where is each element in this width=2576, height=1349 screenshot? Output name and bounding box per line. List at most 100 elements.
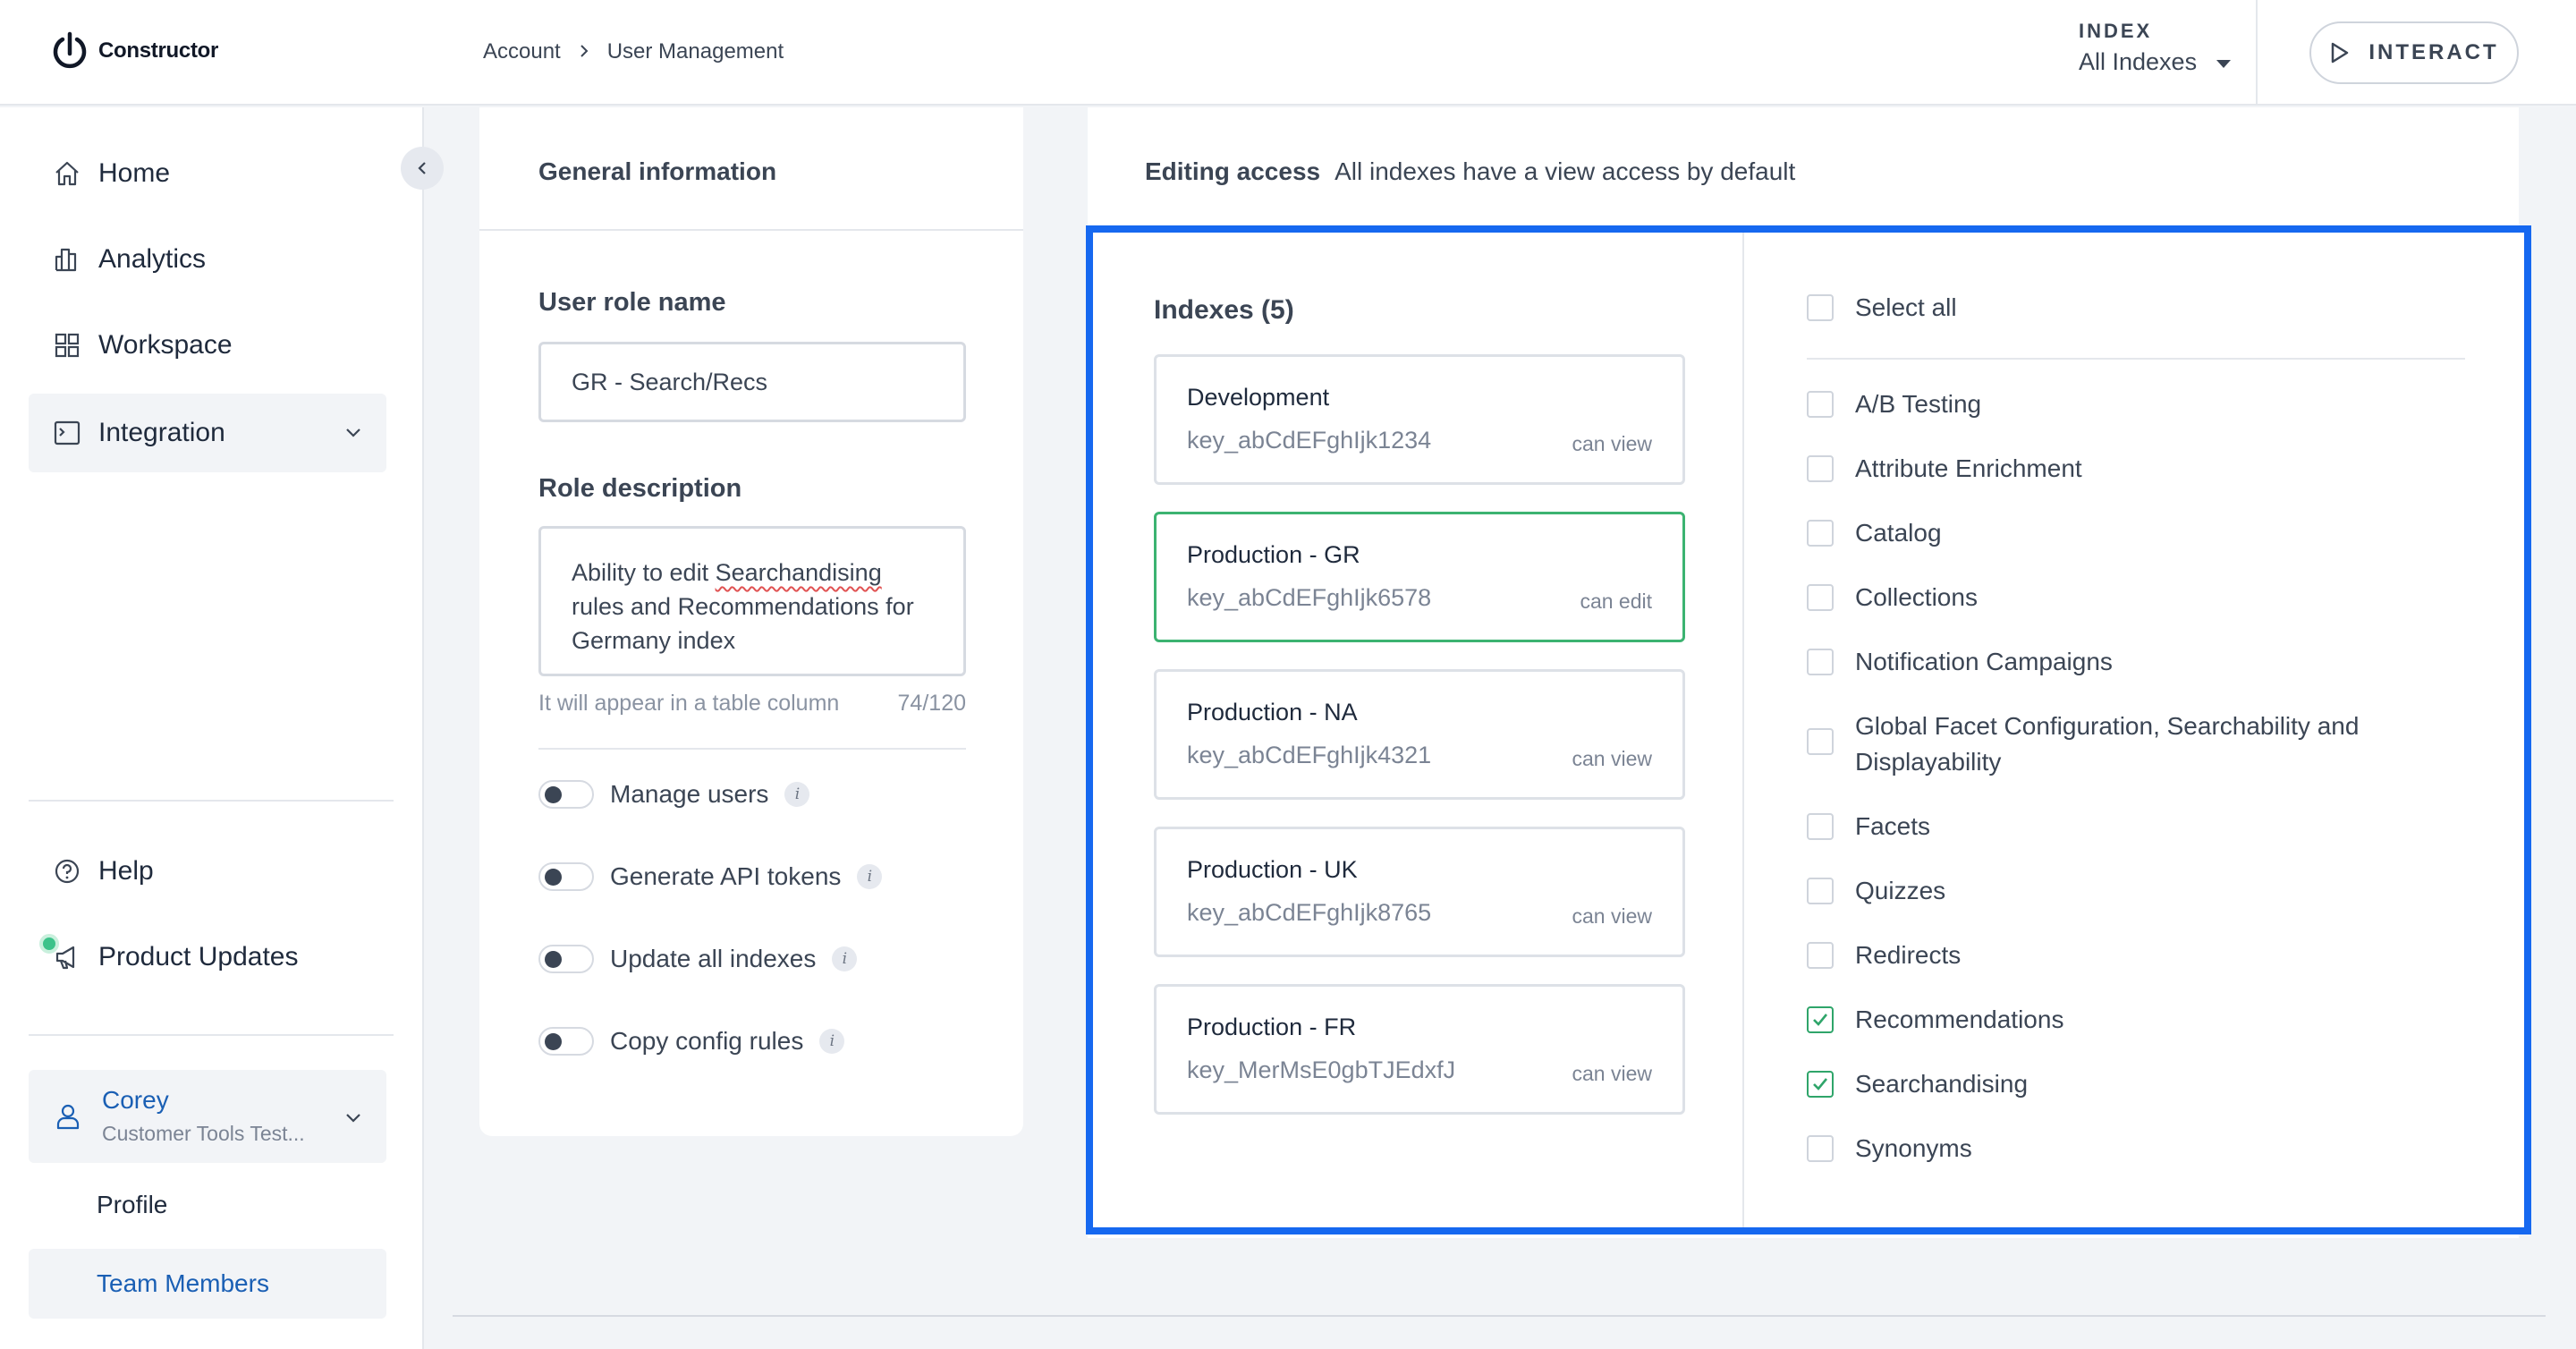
index-card-production-gr[interactable]: Production - GR key_abCdEFghIjk6578 can … [1154, 512, 1685, 642]
sidebar-item-label: Product Updates [98, 942, 299, 971]
permission-checkbox[interactable] [1807, 1071, 1834, 1098]
chevron-right-icon [577, 39, 591, 64]
select-all-divider [1807, 358, 2465, 360]
sidebar-item-help[interactable]: Help [29, 832, 386, 911]
index-card-production-na[interactable]: Production - NA key_abCdEFghIjk4321 can … [1154, 669, 1685, 800]
sidebar-item-integration[interactable]: Integration [29, 394, 386, 472]
sidebar-item-label: Integration [98, 418, 225, 447]
play-icon [2332, 42, 2349, 64]
permission-label: Searchandising [1855, 1070, 2029, 1098]
permission-checkbox[interactable] [1807, 1135, 1834, 1162]
permission-row: Redirects [1807, 938, 1961, 973]
column-divider [1742, 233, 1744, 1227]
toggle-label: Manage users [610, 780, 769, 808]
user-icon [56, 1104, 80, 1130]
permission-label: Notification Campaigns [1855, 648, 2113, 675]
permission-checkbox[interactable] [1807, 649, 1834, 675]
sidebar-item-analytics[interactable]: Analytics [29, 220, 386, 299]
card-divider [479, 229, 1023, 231]
permission-row: Catalog [1807, 515, 1942, 551]
general-information-card: General information User role name GR - … [479, 107, 1023, 1136]
sidebar-item-workspace[interactable]: Workspace [29, 306, 386, 385]
info-icon[interactable]: i [819, 1029, 845, 1054]
sidebar-divider [29, 800, 394, 802]
user-org: Customer Tools Test... [102, 1122, 305, 1145]
update-all-indexes-toggle[interactable] [538, 945, 594, 973]
sidebar-item-profile[interactable]: Profile [29, 1170, 386, 1240]
index-name: Development [1187, 384, 1330, 411]
checkmark-icon [1813, 1078, 1828, 1090]
permission-checkbox[interactable] [1807, 391, 1834, 418]
home-icon [55, 161, 79, 186]
permission-row: Synonyms [1807, 1131, 1972, 1167]
select-all-label: Select all [1855, 293, 1957, 321]
brand-name: Constructor [98, 38, 219, 63]
index-card-production-uk[interactable]: Production - UK key_abCdEFghIjk8765 can … [1154, 827, 1685, 957]
index-card-production-fr[interactable]: Production - FR key_MerMsE0gbTJEdxfJ can… [1154, 984, 1685, 1115]
interact-button-label: INTERACT [2368, 40, 2499, 64]
permission-row: Facets [1807, 809, 1930, 844]
permission-label: Collections [1855, 583, 1978, 611]
spellcheck-word: Searchandising [715, 559, 882, 586]
index-key: key_abCdEFghIjk6578 [1187, 584, 1432, 611]
info-icon[interactable]: i [857, 864, 883, 889]
permission-label: Global Facet Configuration, Searchabilit… [1855, 712, 2360, 776]
generate-api-tokens-toggle[interactable] [538, 862, 594, 891]
topbar-divider [2256, 0, 2258, 106]
permission-checkbox[interactable] [1807, 813, 1834, 840]
permission-label: Facets [1855, 812, 1931, 840]
index-name: Production - GR [1187, 541, 1360, 568]
index-key: key_abCdEFghIjk4321 [1187, 742, 1432, 768]
sidebar-collapse-button[interactable] [401, 147, 444, 190]
permission-checkbox[interactable] [1807, 455, 1834, 482]
user-name: Corey [102, 1086, 169, 1114]
select-all-checkbox[interactable] [1807, 294, 1834, 321]
toggle-label: Copy config rules [610, 1027, 804, 1055]
section-divider [538, 748, 966, 750]
sidebar-item-team-members[interactable]: Team Members [29, 1249, 386, 1319]
permission-checkbox[interactable] [1807, 1006, 1834, 1033]
index-name: Production - FR [1187, 1014, 1357, 1040]
manage-users-toggle[interactable] [538, 780, 594, 809]
toggle-label: Generate API tokens [610, 862, 842, 890]
index-key: key_abCdEFghIjk8765 [1187, 899, 1432, 926]
index-permission: can view [1572, 432, 1652, 455]
permission-checkbox[interactable] [1807, 520, 1834, 547]
role-name-input[interactable]: GR - Search/Recs [538, 342, 966, 422]
permission-checkbox[interactable] [1807, 728, 1834, 755]
chevron-left-icon [418, 162, 426, 174]
interact-button[interactable]: INTERACT [2309, 21, 2519, 84]
help-icon [55, 859, 80, 884]
info-icon[interactable]: i [784, 782, 810, 807]
index-selector[interactable]: INDEX All Indexes [2079, 20, 2240, 76]
permission-checkbox[interactable] [1807, 942, 1834, 969]
sidebar-item-home[interactable]: Home [29, 134, 386, 213]
index-permission: can view [1572, 904, 1652, 928]
permission-row: Global Facet Configuration, Searchabilit… [1807, 708, 2361, 780]
permission-row: Searchandising [1807, 1066, 2028, 1102]
footer-divider [453, 1315, 2546, 1317]
permission-row: Attribute Enrichment [1807, 451, 2082, 487]
brand-logo[interactable]: Constructor [50, 30, 218, 72]
index-permission: can view [1572, 747, 1652, 770]
breadcrumb-account[interactable]: Account [483, 39, 561, 64]
permission-label: A/B Testing [1855, 390, 1982, 418]
info-icon[interactable]: i [832, 946, 858, 971]
editing-access-panel: Indexes (5) Development key_abCdEFghIjk1… [1086, 225, 2531, 1234]
toggle-row-manage-users: Manage users i [538, 780, 810, 809]
index-selector-label: INDEX [2079, 20, 2153, 42]
permission-row: Notification Campaigns [1807, 644, 2113, 680]
copy-config-rules-toggle[interactable] [538, 1027, 594, 1056]
permission-label: Quizzes [1855, 877, 1946, 904]
user-account-menu[interactable]: Corey Customer Tools Test... [29, 1070, 386, 1163]
index-name: Production - UK [1187, 856, 1358, 883]
permission-checkbox[interactable] [1807, 878, 1834, 904]
role-description-textarea[interactable]: Ability to edit Searchandising rules and… [538, 526, 966, 676]
sidebar-item-label: Home [98, 158, 171, 188]
permission-label: Recommendations [1855, 1005, 2064, 1033]
permission-label: Synonyms [1855, 1134, 1972, 1162]
index-card-development[interactable]: Development key_abCdEFghIjk1234 can view [1154, 354, 1685, 485]
indexes-title: Indexes (5) [1154, 295, 1294, 325]
sidebar-item-product-updates[interactable]: Product Updates [29, 918, 386, 997]
permission-checkbox[interactable] [1807, 584, 1834, 611]
